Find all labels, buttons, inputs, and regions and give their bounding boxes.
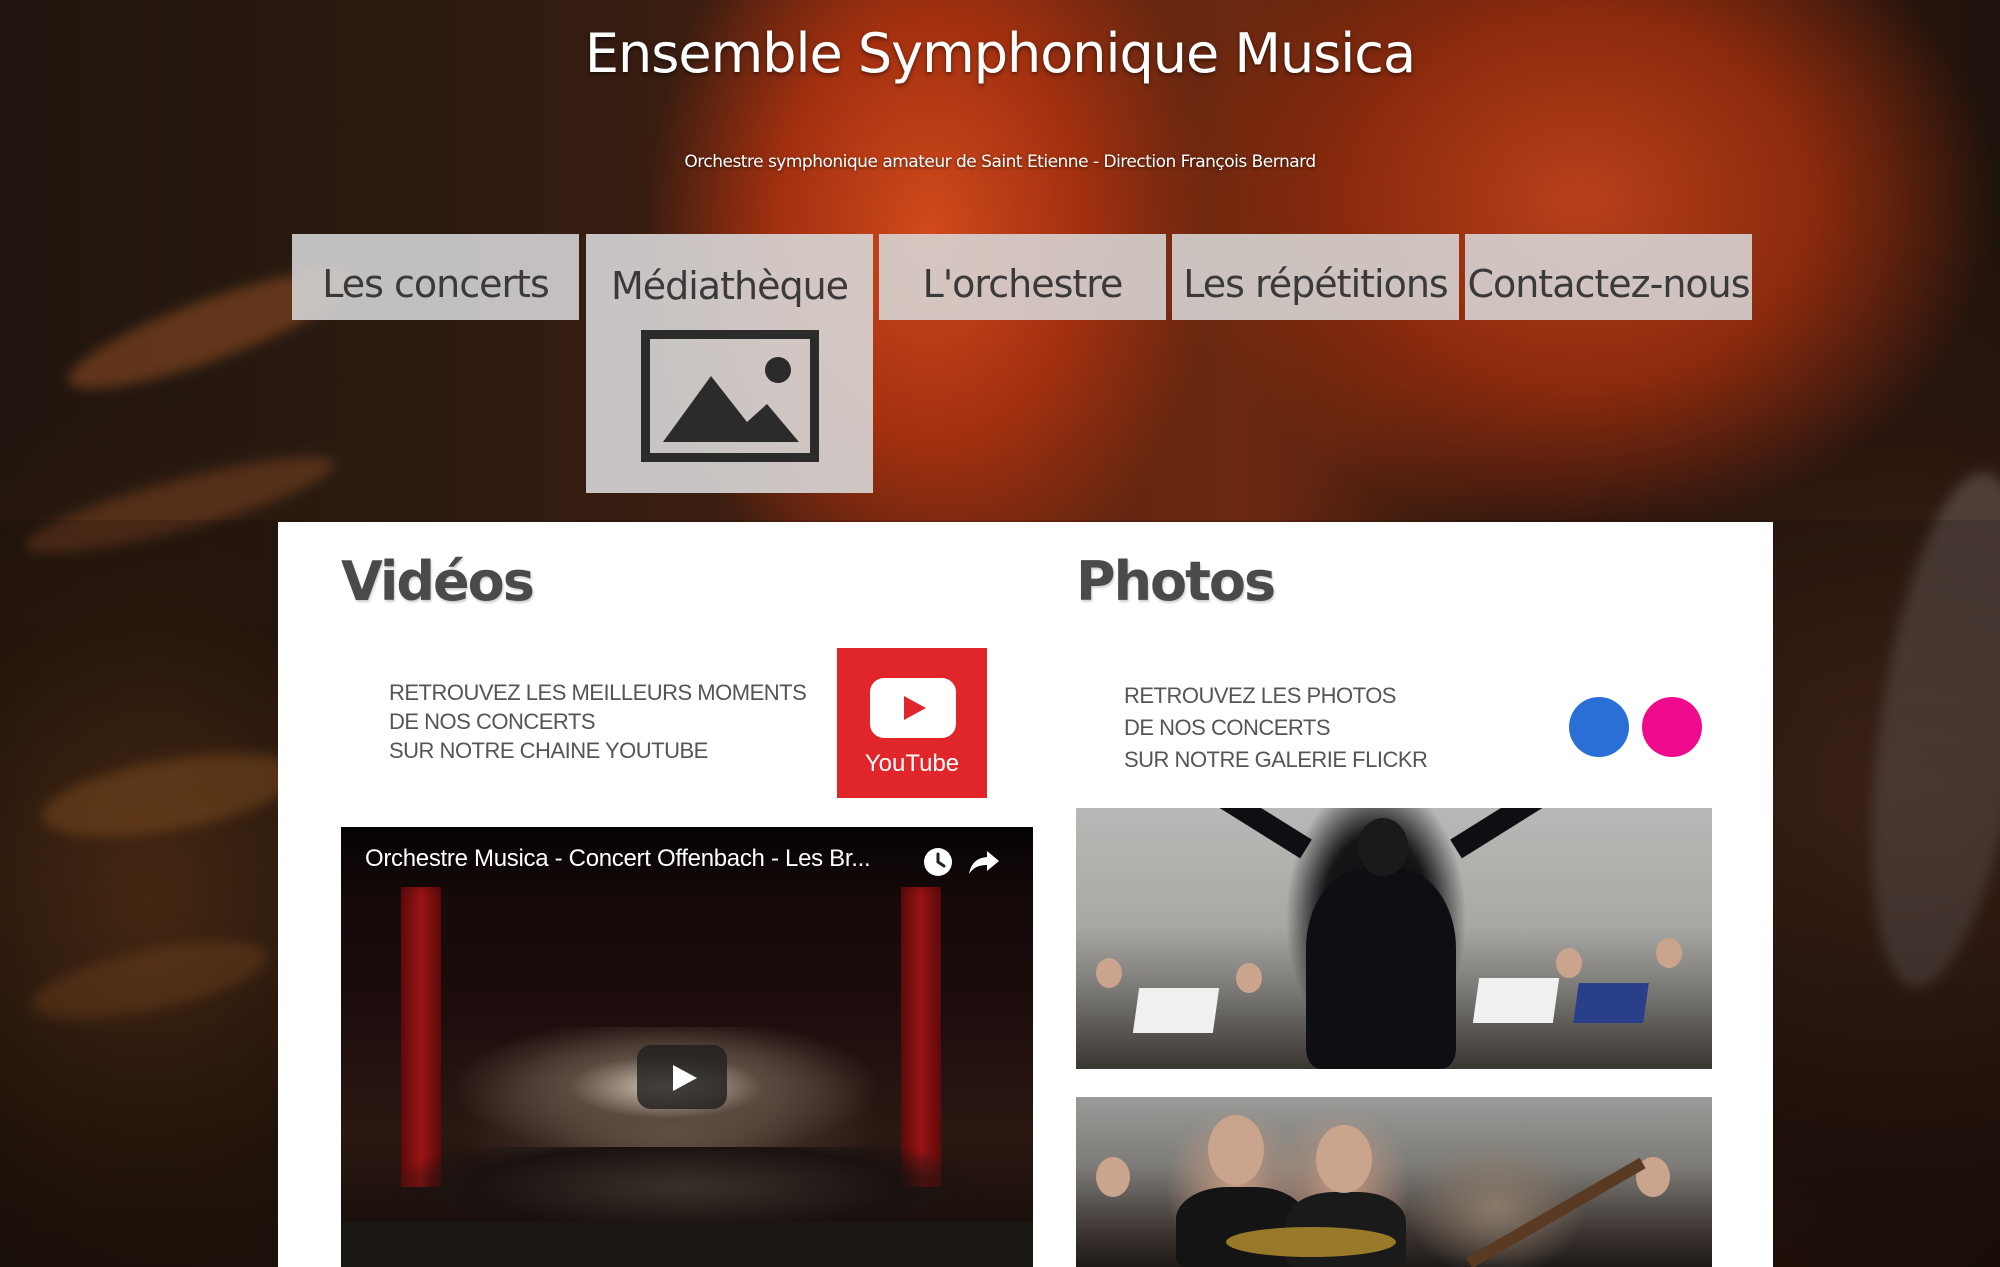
flickr-pink-icon[interactable]	[1642, 697, 1702, 757]
video-title[interactable]: Orchestre Musica - Concert Offenbach - L…	[365, 845, 925, 873]
share-icon[interactable]	[967, 847, 1001, 877]
videos-title: Vidéos	[341, 550, 535, 613]
nav-item-mediatheque[interactable]: Médiathèque	[586, 234, 873, 493]
flickr-blue-icon[interactable]	[1569, 697, 1629, 757]
promo-line: RETROUVEZ LES MEILLEURS MOMENTS	[389, 680, 807, 705]
video-embed[interactable]: Orchestre Musica - Concert Offenbach - L…	[341, 827, 1033, 1267]
promo-line: DE NOS CONCERTS	[389, 709, 596, 734]
nav-item-concerts[interactable]: Les concerts	[292, 234, 579, 320]
nav-item-orchestre[interactable]: L'orchestre	[879, 234, 1166, 320]
youtube-button[interactable]: YouTube	[837, 648, 987, 798]
flickr-promo-text: RETROUVEZ LES PHOTOS DE NOS CONCERTS SUR…	[1124, 680, 1428, 776]
site-subtitle: Orchestre symphonique amateur de Saint E…	[684, 152, 1316, 172]
promo-line: RETROUVEZ LES PHOTOS	[1124, 683, 1396, 708]
play-button[interactable]	[637, 1045, 727, 1109]
photo-conductor[interactable]	[1076, 808, 1712, 1069]
image-icon	[641, 330, 819, 462]
youtube-play-icon	[870, 678, 956, 738]
youtube-label: YouTube	[864, 750, 960, 777]
promo-line: SUR NOTRE CHAINE YOUTUBE	[389, 738, 708, 763]
site-title: Ensemble Symphonique Musica	[584, 22, 1416, 85]
promo-line: DE NOS CONCERTS	[1124, 715, 1331, 740]
media-panel: Vidéos RETROUVEZ LES MEILLEURS MOMENTS D…	[278, 522, 1773, 1267]
photo-musicians[interactable]	[1076, 1097, 1712, 1267]
promo-line: SUR NOTRE GALERIE FLICKR	[1124, 747, 1428, 772]
watch-later-icon[interactable]	[923, 847, 953, 877]
youtube-promo-text: RETROUVEZ LES MEILLEURS MOMENTS DE NOS C…	[389, 678, 807, 765]
nav-item-repetitions[interactable]: Les répétitions	[1172, 234, 1459, 320]
nav-item-label: Médiathèque	[610, 264, 849, 308]
photos-title: Photos	[1076, 550, 1276, 613]
nav-item-contact[interactable]: Contactez-nous	[1465, 234, 1752, 320]
